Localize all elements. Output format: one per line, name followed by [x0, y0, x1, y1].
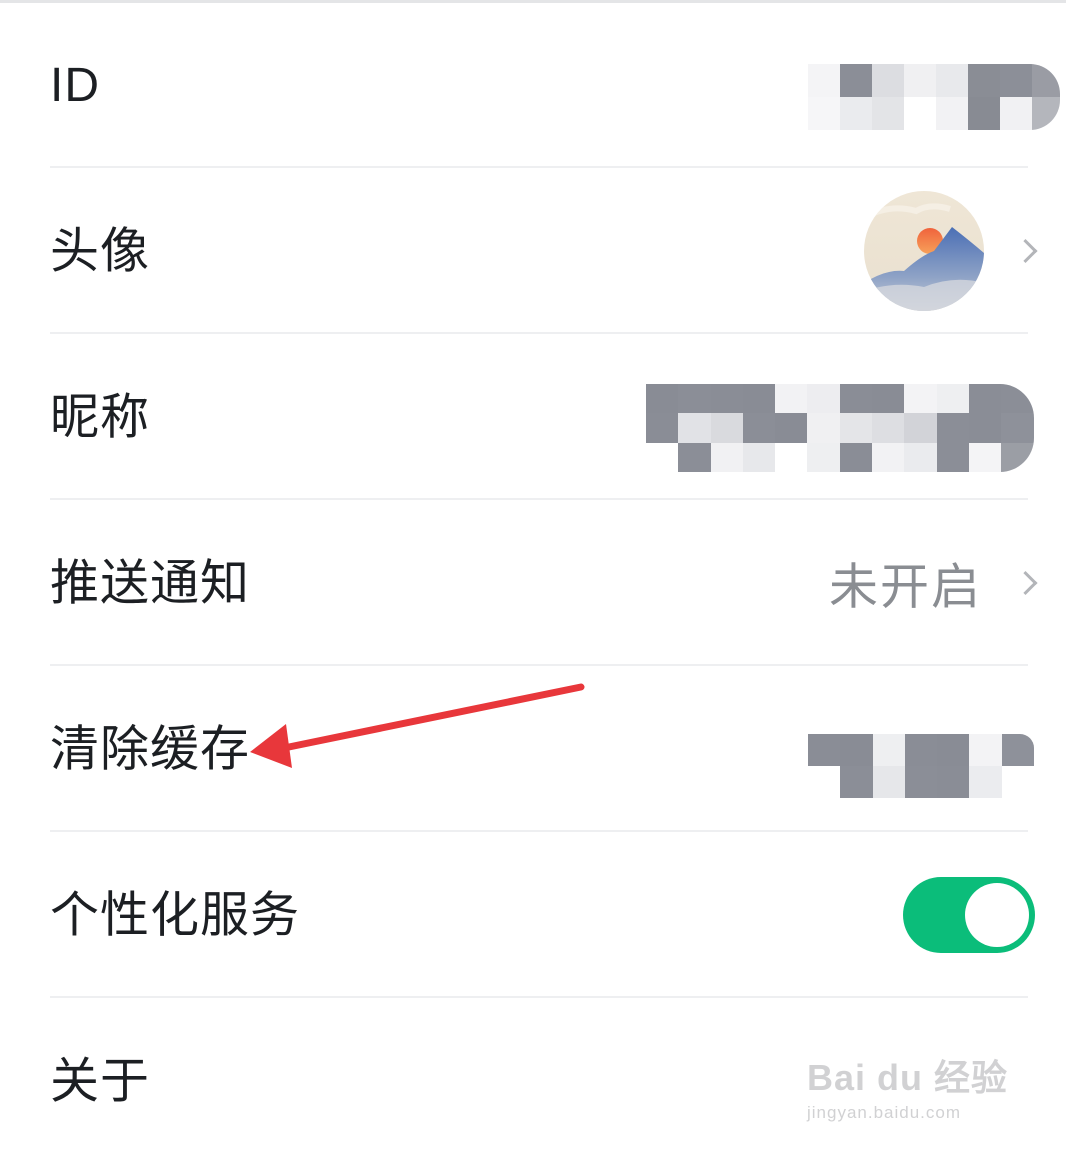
cache-size-redacted [808, 734, 1034, 798]
settings-row-id: ID [0, 3, 1066, 169]
avatar-label: 头像 [50, 222, 151, 280]
settings-row-avatar[interactable]: 头像 [0, 168, 1066, 334]
baidu-jingyan-watermark: Bai du 经验 jingyan.baidu.com [807, 1049, 1008, 1123]
id-value-redacted [808, 64, 1060, 130]
nickname-label: 昵称 [50, 388, 151, 446]
settings-row-nickname[interactable]: 昵称 [0, 334, 1066, 500]
personalized-label: 个性化服务 [50, 886, 301, 944]
chevron-right-icon [1013, 238, 1038, 264]
chevron-right-icon [1013, 570, 1038, 596]
watermark-site: jingyan.baidu.com [806, 1103, 962, 1122]
clear-cache-label: 清除缓存 [50, 720, 251, 778]
settings-row-personalized: 个性化服务 [0, 832, 1066, 998]
toggle-knob [965, 883, 1029, 947]
push-status-value: 未开启 [828, 558, 982, 616]
settings-row-clear-cache[interactable]: 清除缓存 [0, 666, 1066, 832]
watermark-brand: Bai du 经验 [806, 1057, 1008, 1098]
avatar[interactable] [864, 191, 984, 311]
about-label: 关于 [50, 1052, 151, 1110]
settings-row-push[interactable]: 推送通知 未开启 [0, 500, 1066, 666]
push-label: 推送通知 [50, 554, 251, 612]
nickname-value-redacted [646, 384, 1034, 472]
personalized-toggle[interactable] [903, 877, 1035, 953]
mountain-sunset-avatar-icon [864, 191, 984, 311]
id-label: ID [50, 59, 100, 112]
